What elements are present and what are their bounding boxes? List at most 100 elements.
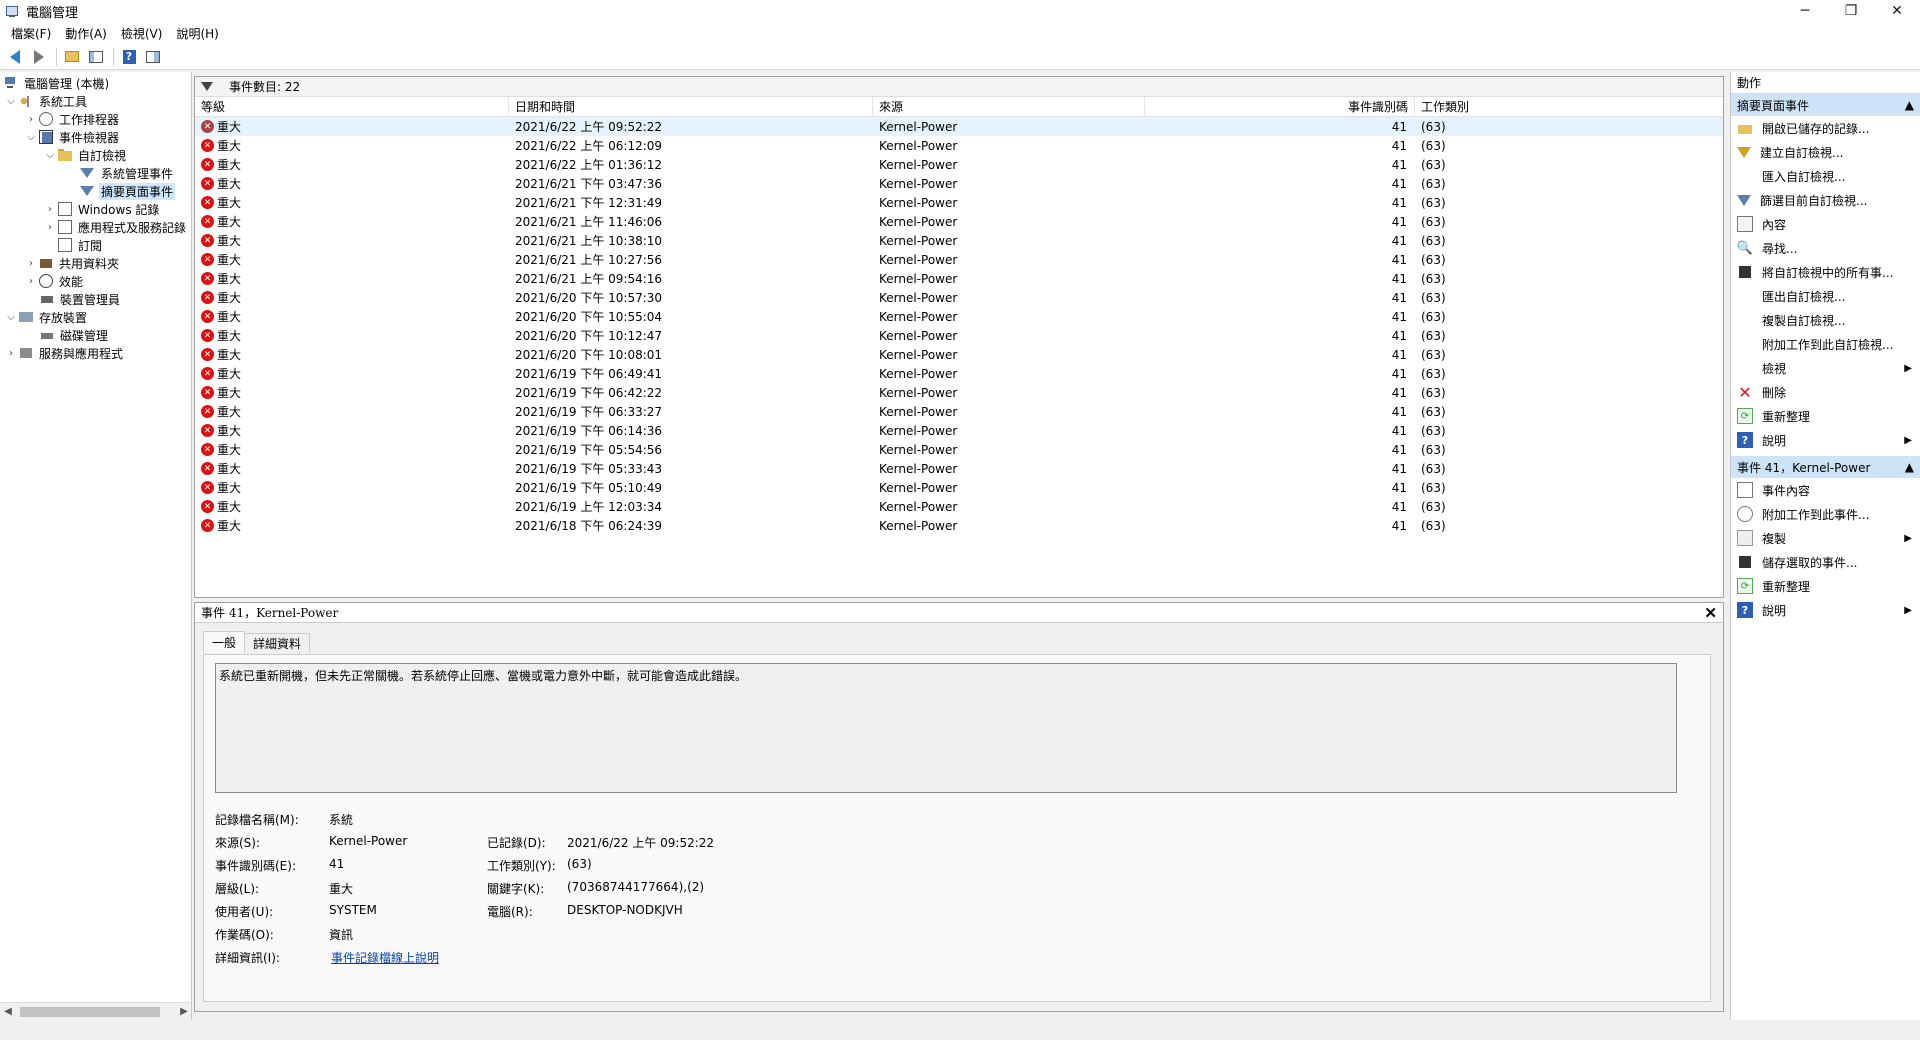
menu-action[interactable]: 動作(A): [58, 25, 114, 42]
table-row[interactable]: ✕ 重大 2021/6/22 上午 01:36:12 Kernel-Power 41 (6…: [195, 155, 1723, 174]
action-item[interactable]: ? 說明 ▶: [1731, 598, 1920, 622]
table-row[interactable]: ✕ 重大 2021/6/21 上午 10:38:10 Kernel-Power 41 (6…: [195, 231, 1723, 250]
action-item[interactable]: 附加工作到此自訂檢視...: [1731, 332, 1920, 356]
event-description[interactable]: 系統已重新開機，但未先正常關機。若系統停止回應、當機或電力意外中斷，就可能會造成…: [215, 663, 1677, 793]
table-row[interactable]: ✕ 重大 2021/6/19 上午 12:03:34 Kernel-Power 41 (6…: [195, 497, 1723, 516]
chevron-right-icon[interactable]: ›: [45, 204, 55, 215]
chevron-down-icon[interactable]: ⌵: [6, 96, 16, 107]
tree-item-subscriptions[interactable]: 訂閱: [58, 236, 104, 254]
tree-item-storage[interactable]: ⌵ 存放裝置: [6, 308, 89, 326]
action-item[interactable]: 附加工作到此事件...: [1731, 502, 1920, 526]
action-item[interactable]: 🔍 尋找...: [1731, 236, 1920, 260]
actions-section-event[interactable]: 事件 41，Kernel-Power ▲: [1731, 456, 1920, 478]
scrollbar-thumb[interactable]: [20, 1006, 160, 1017]
collapse-up-icon[interactable]: ▲: [1905, 98, 1914, 112]
table-row[interactable]: ✕ 重大 2021/6/20 下午 10:55:04 Kernel-Power 41 (6…: [195, 307, 1723, 326]
table-row[interactable]: ✕ 重大 2021/6/19 下午 06:14:36 Kernel-Power 41 (6…: [195, 421, 1723, 440]
chevron-right-icon[interactable]: ›: [26, 276, 36, 287]
table-row[interactable]: ✕ 重大 2021/6/19 下午 05:10:49 Kernel-Power 41 (6…: [195, 478, 1723, 497]
table-row[interactable]: ✕ 重大 2021/6/19 下午 05:54:56 Kernel-Power 41 (6…: [195, 440, 1723, 459]
tree-item-shared-folders[interactable]: › 共用資料夾: [26, 254, 121, 272]
action-item[interactable]: ⟳ 重新整理: [1731, 574, 1920, 598]
action-item[interactable]: ✕ 刪除: [1731, 380, 1920, 404]
tree-item-services-apps[interactable]: › 服務與應用程式: [6, 344, 125, 362]
close-button[interactable]: ✕: [1874, 0, 1920, 22]
chevron-right-icon[interactable]: ›: [6, 348, 16, 359]
chevron-down-icon[interactable]: ⌵: [26, 132, 36, 143]
action-item[interactable]: 複製自訂檢視...: [1731, 308, 1920, 332]
close-icon[interactable]: ✕: [1704, 604, 1717, 622]
table-row[interactable]: ✕ 重大 2021/6/22 上午 09:52:22 Kernel-Power 41 (6…: [195, 117, 1723, 136]
action-item[interactable]: 複製 ▶: [1731, 526, 1920, 550]
column-task-category[interactable]: 工作類別: [1415, 97, 1633, 116]
tree-item-windows-logs[interactable]: › Windows 記錄: [45, 200, 161, 218]
action-item[interactable]: 內容: [1731, 212, 1920, 236]
table-row[interactable]: ✕ 重大 2021/6/21 上午 11:46:06 Kernel-Power 41 (6…: [195, 212, 1723, 231]
column-source[interactable]: 來源: [873, 97, 1145, 116]
up-level-button[interactable]: [61, 46, 83, 68]
minimize-button[interactable]: ─: [1782, 0, 1828, 22]
table-row[interactable]: ✕ 重大 2021/6/22 上午 06:12:09 Kernel-Power 41 (6…: [195, 136, 1723, 155]
tree-item-disk-management[interactable]: 磁碟管理: [40, 326, 110, 344]
table-row[interactable]: ✕ 重大 2021/6/21 上午 10:27:56 Kernel-Power 41 (6…: [195, 250, 1723, 269]
action-item[interactable]: ? 說明 ▶: [1731, 428, 1920, 452]
tree-item-app-service-logs[interactable]: › 應用程式及服務記錄: [45, 218, 188, 236]
tree-item-device-manager[interactable]: 裝置管理員: [40, 290, 122, 308]
table-row[interactable]: ✕ 重大 2021/6/20 下午 10:12:47 Kernel-Power 41 (6…: [195, 326, 1723, 345]
tree-item-custom-views[interactable]: ⌵ 自訂檢視: [45, 146, 128, 164]
tree-item-task-scheduler[interactable]: › 工作排程器: [26, 110, 121, 128]
scroll-left-icon[interactable]: ◀: [0, 1006, 16, 1017]
online-help-link[interactable]: 事件記錄檔線上說明: [331, 949, 439, 966]
collapse-up-icon[interactable]: ▲: [1905, 460, 1914, 474]
restore-button[interactable]: ❐: [1828, 0, 1874, 22]
chevron-right-icon[interactable]: ›: [45, 222, 55, 233]
menu-file[interactable]: 檔案(F): [4, 25, 58, 42]
menu-help[interactable]: 說明(H): [169, 25, 225, 42]
help-button[interactable]: ?: [118, 46, 140, 68]
column-level[interactable]: 等級: [195, 97, 509, 116]
scroll-right-icon[interactable]: ▶: [176, 1006, 191, 1017]
tab-general[interactable]: 一般: [203, 631, 246, 653]
table-row[interactable]: ✕ 重大 2021/6/19 下午 05:33:43 Kernel-Power 41 (6…: [195, 459, 1723, 478]
chevron-right-icon[interactable]: ›: [26, 114, 36, 125]
action-item[interactable]: 建立自訂檢視...: [1731, 140, 1920, 164]
action-item[interactable]: 匯出自訂檢視...: [1731, 284, 1920, 308]
action-item[interactable]: 匯入自訂檢視...: [1731, 164, 1920, 188]
table-row[interactable]: ✕ 重大 2021/6/21 下午 12:31:49 Kernel-Power 41 (6…: [195, 193, 1723, 212]
tree-horizontal-scrollbar[interactable]: ◀ ▶: [0, 1002, 191, 1020]
tree-item-admin-events[interactable]: 系統管理事件: [80, 164, 175, 182]
table-row[interactable]: ✕ 重大 2021/6/19 下午 06:33:27 Kernel-Power 41 (6…: [195, 402, 1723, 421]
table-row[interactable]: ✕ 重大 2021/6/20 下午 10:08:01 Kernel-Power 41 (6…: [195, 345, 1723, 364]
table-row[interactable]: ✕ 重大 2021/6/18 下午 06:24:39 Kernel-Power 41 (6…: [195, 516, 1723, 535]
table-row[interactable]: ✕ 重大 2021/6/21 上午 09:54:16 Kernel-Power 41 (6…: [195, 269, 1723, 288]
back-button[interactable]: [4, 46, 26, 68]
show-action-pane-button[interactable]: [142, 46, 164, 68]
tree-item-summary-page-events[interactable]: 摘要頁面事件: [80, 182, 176, 200]
actions-section-summary[interactable]: 摘要頁面事件 ▲: [1731, 94, 1920, 116]
tree-item-system-tools[interactable]: ⌵ 系統工具: [6, 92, 89, 110]
action-item[interactable]: 儲存選取的事件...: [1731, 550, 1920, 574]
menu-view[interactable]: 檢視(V): [114, 25, 170, 42]
action-item[interactable]: 事件內容: [1731, 478, 1920, 502]
action-label: 附加工作到此事件...: [1762, 507, 1870, 522]
action-item[interactable]: 將自訂檢視中的所有事...: [1731, 260, 1920, 284]
table-row[interactable]: ✕ 重大 2021/6/19 下午 06:49:41 Kernel-Power 41 (6…: [195, 364, 1723, 383]
table-row[interactable]: ✕ 重大 2021/6/21 下午 03:47:36 Kernel-Power 41 (6…: [195, 174, 1723, 193]
show-hide-tree-button[interactable]: [85, 46, 107, 68]
chevron-down-icon[interactable]: ⌵: [6, 312, 16, 323]
chevron-right-icon[interactable]: ›: [26, 258, 36, 269]
action-item[interactable]: 開啟已儲存的記錄...: [1731, 116, 1920, 140]
tree-item-performance[interactable]: › 效能: [26, 272, 85, 290]
tree-item-computer-management[interactable]: 電腦管理 (本機): [4, 74, 111, 92]
action-item[interactable]: ⟳ 重新整理: [1731, 404, 1920, 428]
table-row[interactable]: ✕ 重大 2021/6/20 下午 10:57:30 Kernel-Power 41 (6…: [195, 288, 1723, 307]
action-item[interactable]: 檢視 ▶: [1731, 356, 1920, 380]
tree-item-event-viewer[interactable]: ⌵ 事件檢視器: [26, 128, 121, 146]
column-datetime[interactable]: 日期和時間: [509, 97, 873, 116]
table-row[interactable]: ✕ 重大 2021/6/19 下午 06:42:22 Kernel-Power 41 (6…: [195, 383, 1723, 402]
column-event-id[interactable]: 事件識別碼: [1145, 97, 1415, 116]
tab-details[interactable]: 詳細資料: [244, 633, 311, 653]
action-item[interactable]: 篩選目前自訂檢視...: [1731, 188, 1920, 212]
chevron-down-icon[interactable]: ⌵: [45, 150, 55, 161]
forward-button[interactable]: [28, 46, 50, 68]
